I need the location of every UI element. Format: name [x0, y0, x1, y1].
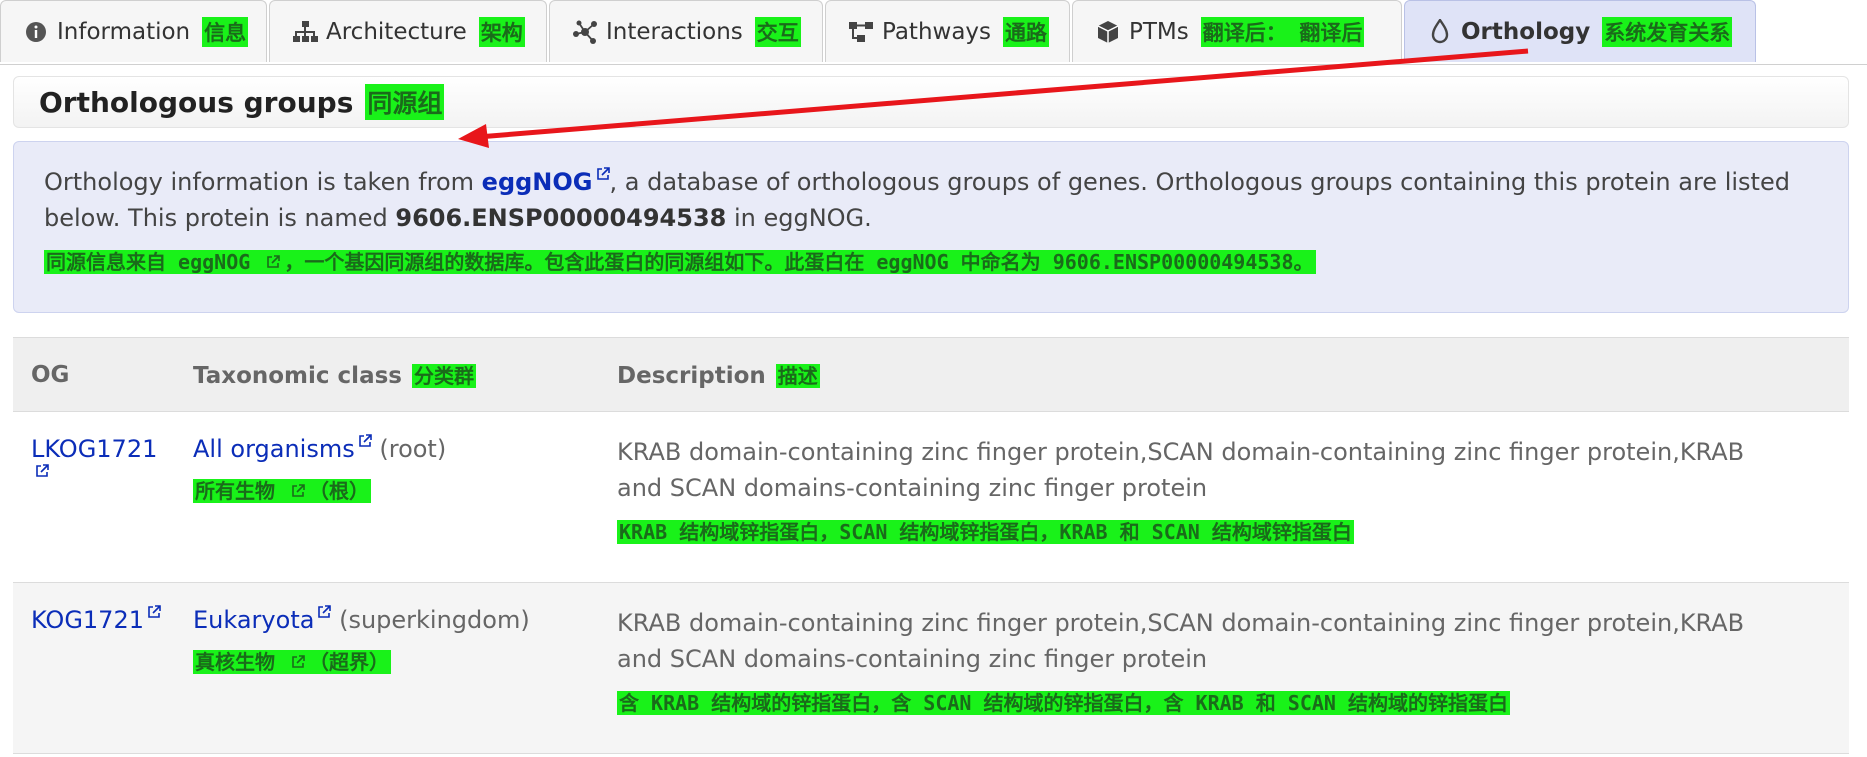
description-zh: 含 KRAB 结构域的锌指蛋白，含 SCAN 结构域的锌指蛋白，含 KRAB 和…	[617, 691, 1510, 715]
tab-bar: Information 信息 Architecture 架构 Interacti…	[0, 0, 1867, 65]
tab-ptms[interactable]: PTMs 翻译后： 翻译后	[1072, 0, 1402, 62]
taxon-zh-b: （超界）	[307, 650, 392, 674]
tab-information[interactable]: Information 信息	[0, 0, 267, 62]
architecture-icon	[292, 19, 318, 45]
og-cell: LKOG1721	[31, 434, 157, 494]
description-text: KRAB domain-containing zinc finger prote…	[617, 609, 1745, 673]
orthologous-groups-table: OG Taxonomic class 分类群 Description 描述 LKOG…	[13, 337, 1849, 757]
description-cell: KRAB domain-containing zinc finger prote…	[617, 434, 1777, 545]
og-link[interactable]: LKOG1721	[31, 435, 157, 463]
table-row: LKOG1721 All organisms (root) 所有生物 （根） K…	[13, 412, 1849, 583]
header-tax-label: Taxonomic class	[193, 363, 402, 389]
taxon-rank: (root)	[379, 435, 447, 463]
tab-pathways[interactable]: Pathways 通路	[825, 0, 1070, 62]
taxon-zh-a: 真核生物	[193, 650, 290, 674]
tab-label: Information	[57, 18, 191, 45]
taxonomic-cell: Eukaryota (superkingdom) 真核生物 （超界）	[193, 605, 530, 675]
taxon-zh-a: 所有生物	[193, 479, 290, 503]
page-title: Orthologous groups	[39, 85, 354, 119]
og-cell: KOG1721	[31, 605, 161, 634]
external-link-icon-zh	[289, 479, 308, 503]
description-zh: KRAB 结构域锌指蛋白，SCAN 结构域锌指蛋白，KRAB 和 SCAN 结构…	[617, 520, 1354, 544]
external-link-icon	[36, 464, 49, 477]
table-header: OG Taxonomic class 分类群 Description 描述	[13, 337, 1849, 412]
cube-icon	[1095, 19, 1121, 45]
taxon-rank: (superkingdom)	[339, 606, 530, 634]
page-title-zh: 同源组	[365, 84, 445, 120]
tab-label-zh: 架构	[478, 16, 525, 47]
og-link[interactable]: KOG1721	[31, 606, 144, 634]
info-zh-a: 同源信息来自 eggNOG	[44, 250, 265, 274]
table-row: KOG1721 Eukaryota (superkingdom) 真核生物 （超…	[13, 583, 1849, 754]
info-prefix: Orthology information is taken from	[44, 168, 482, 196]
eggnog-link[interactable]: eggNOG	[482, 168, 593, 196]
external-link-icon	[358, 434, 372, 447]
orthology-info-panel: Orthology information is taken from eggN…	[13, 141, 1849, 313]
tab-label: Interactions	[606, 18, 743, 45]
header-desc-zh: 描述	[775, 364, 820, 388]
section-header: Orthologous groups 同源组	[13, 76, 1849, 128]
external-link-icon-zh	[264, 250, 283, 274]
taxon-link[interactable]: Eukaryota	[193, 606, 314, 634]
description-text: KRAB domain-containing zinc finger prote…	[617, 438, 1745, 502]
tab-label-zh: 翻译后： 翻译后	[1200, 16, 1365, 47]
tab-label: Architecture	[326, 18, 467, 45]
taxon-zh: 真核生物 （超界）	[193, 646, 530, 675]
description-cell: KRAB domain-containing zinc finger prote…	[617, 605, 1777, 716]
external-link-icon-zh	[289, 650, 308, 674]
protein-name: 9606.ENSP00000494538	[395, 204, 727, 232]
tab-label-zh: 系统发育关系	[1602, 16, 1733, 47]
info-suffix: in eggNOG.	[726, 204, 872, 232]
tab-label: Pathways	[882, 18, 992, 45]
taxon-zh-b: （根）	[307, 479, 372, 503]
tab-orthology[interactable]: Orthology 系统发育关系	[1404, 0, 1756, 62]
tab-label: Orthology	[1461, 18, 1591, 45]
external-link-icon	[148, 605, 161, 618]
orthology-icon	[1427, 18, 1453, 45]
taxon-link[interactable]: All organisms	[193, 435, 355, 463]
info-icon	[23, 19, 49, 45]
tab-label-zh: 信息	[202, 16, 249, 47]
tab-label: PTMs	[1129, 18, 1189, 45]
info-zh-b: ，一个基因同源组的数据库。包含此蛋白的同源组如下。此蛋白在 eggNOG 中命名…	[282, 250, 1316, 274]
external-link-icon	[596, 167, 610, 180]
tab-label-zh: 通路	[1003, 16, 1050, 47]
header-description: Description 描述	[617, 360, 820, 389]
info-text: Orthology information is taken from eggN…	[44, 164, 1818, 236]
tab-label-zh: 交互	[754, 16, 801, 47]
interactions-icon	[572, 19, 598, 45]
taxon-zh: 所有生物 （根）	[193, 475, 446, 504]
pathways-icon	[848, 19, 874, 45]
tab-interactions[interactable]: Interactions 交互	[549, 0, 823, 62]
header-taxonomic-class: Taxonomic class 分类群	[193, 360, 476, 389]
tab-architecture[interactable]: Architecture 架构	[269, 0, 547, 62]
info-text-zh: 同源信息来自 eggNOG ，一个基因同源组的数据库。包含此蛋白的同源组如下。此…	[44, 248, 1818, 276]
header-desc-label: Description	[617, 363, 766, 389]
external-link-icon	[318, 605, 332, 618]
header-tax-zh: 分类群	[411, 364, 476, 388]
header-og: OG	[31, 361, 70, 388]
taxonomic-cell: All organisms (root) 所有生物 （根）	[193, 434, 446, 504]
